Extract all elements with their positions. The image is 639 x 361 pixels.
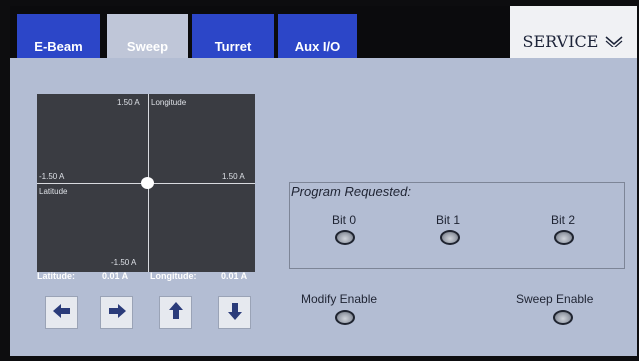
bit-1-label: Bit 1	[436, 213, 461, 227]
sweep-enable-label: Sweep Enable	[516, 292, 594, 306]
hmi-screen: E-Beam Sweep Turret Aux I/O SERVICE 1.50…	[10, 6, 637, 356]
y-max-label: 1.50 A	[117, 98, 140, 107]
modify-enable-label: Modify Enable	[301, 292, 378, 306]
x-max-label: 1.50 A	[222, 172, 245, 181]
program-requested-title: Program Requested:	[291, 184, 411, 199]
bit-0-indicator	[335, 230, 355, 245]
service-label: SERVICE	[522, 31, 599, 51]
right-arrow-button[interactable]	[100, 296, 133, 329]
service-button[interactable]: SERVICE	[510, 6, 637, 58]
beam-position-marker[interactable]	[141, 177, 154, 189]
down-arrow-button[interactable]	[218, 296, 251, 329]
arrow-down-icon	[227, 302, 242, 324]
arrow-right-icon	[108, 303, 126, 322]
bit-2-label: Bit 2	[551, 213, 576, 227]
modify-enable-indicator	[335, 310, 355, 325]
tab-turret[interactable]: Turret	[192, 14, 274, 58]
x-axis-label: Latitude	[39, 187, 68, 196]
chevron-down-icon	[604, 35, 624, 47]
longitude-readout-label: Longitude:	[150, 271, 197, 281]
tab-bar: E-Beam Sweep Turret Aux I/O SERVICE	[10, 6, 637, 58]
tab-aux-io[interactable]: Aux I/O	[278, 14, 357, 58]
arrow-left-icon	[52, 303, 71, 322]
sweep-position-plot[interactable]: 1.50 A Longitude -1.50 A 1.50 A Latitude…	[37, 94, 255, 272]
bit-0-label: Bit 0	[332, 213, 357, 227]
bit-2-indicator	[554, 230, 574, 245]
up-arrow-button[interactable]	[159, 296, 192, 329]
bit-1-indicator	[440, 230, 460, 245]
sweep-enable-indicator	[553, 310, 573, 325]
longitude-readout-value: 0.01 A	[221, 271, 248, 281]
tab-e-beam[interactable]: E-Beam	[17, 14, 100, 58]
latitude-readout-value: 0.01 A	[102, 271, 129, 281]
y-min-label: -1.50 A	[111, 258, 137, 267]
tab-sweep[interactable]: Sweep	[107, 14, 188, 58]
latitude-readout-label: Latitude:	[37, 271, 75, 281]
left-arrow-button[interactable]	[45, 296, 78, 329]
x-min-label: -1.50 A	[39, 172, 65, 181]
y-axis-label: Longitude	[151, 98, 187, 107]
arrow-up-icon	[168, 301, 183, 324]
